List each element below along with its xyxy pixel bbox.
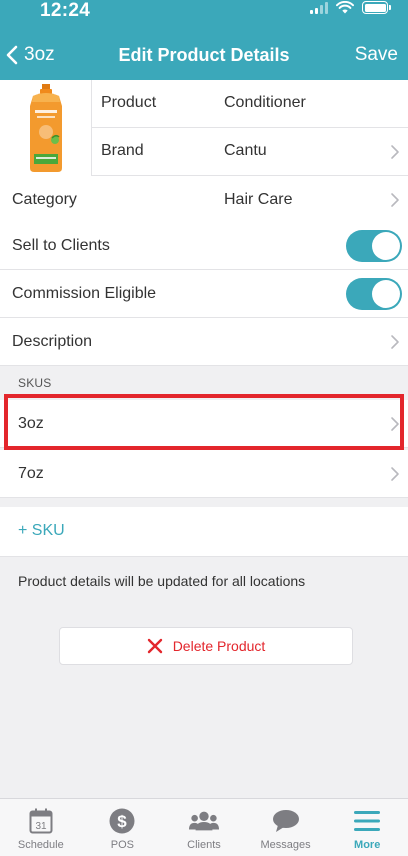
svg-text:31: 31 xyxy=(35,821,47,832)
dollar-icon: $ xyxy=(107,807,137,835)
skus-section-header: SKUS xyxy=(18,376,52,390)
page-title: Edit Product Details xyxy=(118,45,290,65)
description-label: Description xyxy=(12,332,93,350)
delete-product-button[interactable]: Delete Product xyxy=(59,627,353,665)
messages-icon xyxy=(271,807,301,835)
commission-eligible-label: Commission Eligible xyxy=(12,284,157,302)
locations-note: Product details will be updated for all … xyxy=(18,573,306,589)
category-value: Hair Care xyxy=(224,190,293,208)
top-bar: 12:24 3oz Edit Product Details Save xyxy=(0,0,408,80)
svg-text:$: $ xyxy=(118,812,128,831)
commission-eligible-toggle[interactable] xyxy=(346,278,402,310)
add-sku-button[interactable]: + SKU xyxy=(0,507,408,557)
menu-icon xyxy=(352,807,382,835)
battery-icon xyxy=(362,1,391,14)
sell-to-clients-label: Sell to Clients xyxy=(12,236,110,254)
tab-schedule[interactable]: 31 Schedule xyxy=(0,799,82,856)
conditioner-bottle-image xyxy=(30,84,62,172)
tab-messages[interactable]: Messages xyxy=(245,799,327,856)
back-chevron-icon xyxy=(6,45,18,65)
chevron-right-icon xyxy=(390,334,400,350)
tab-label: Clients xyxy=(187,839,221,851)
brand-label: Brand xyxy=(101,142,144,159)
sku-row-7oz[interactable]: 7oz xyxy=(0,450,408,498)
tab-more[interactable]: More xyxy=(326,799,408,856)
brand-value: Cantu xyxy=(224,142,267,159)
tab-pos[interactable]: $ POS xyxy=(82,799,164,856)
status-time: 12:24 xyxy=(40,0,91,21)
back-button[interactable]: 3oz xyxy=(6,40,55,70)
description-row[interactable]: Description xyxy=(0,318,408,366)
sku-label: 7oz xyxy=(18,465,44,482)
delete-product-label: Delete Product xyxy=(172,638,266,654)
commission-eligible-row: Commission Eligible xyxy=(0,270,408,318)
add-sku-label: + SKU xyxy=(18,522,65,539)
category-row[interactable]: Category Hair Care xyxy=(0,176,408,224)
tab-label: More xyxy=(354,839,381,851)
save-button[interactable]: Save xyxy=(355,40,398,70)
product-name-row[interactable]: Product Conditioner xyxy=(92,80,408,128)
chevron-right-icon xyxy=(390,466,400,482)
tab-label: Messages xyxy=(260,839,311,851)
category-label: Category xyxy=(12,190,77,208)
wifi-icon xyxy=(336,1,354,14)
clients-icon xyxy=(188,807,219,835)
status-icons xyxy=(310,1,391,14)
selection-highlight xyxy=(4,394,404,450)
product-label: Product xyxy=(101,94,157,111)
back-label: 3oz xyxy=(24,44,55,65)
tab-label: Schedule xyxy=(17,839,64,851)
tab-clients[interactable]: Clients xyxy=(163,799,245,856)
chevron-right-icon xyxy=(390,192,400,208)
signal-icon xyxy=(310,1,328,14)
tab-bar: 31 Schedule $ POS Clients Messages More xyxy=(0,798,408,856)
chevron-right-icon xyxy=(390,144,400,160)
product-value[interactable]: Conditioner xyxy=(224,94,306,112)
sell-to-clients-row: Sell to Clients xyxy=(0,222,408,270)
tab-label: POS xyxy=(110,839,134,851)
calendar-icon: 31 xyxy=(26,807,56,835)
brand-row[interactable]: Brand Cantu xyxy=(92,128,408,176)
product-image[interactable] xyxy=(0,80,92,176)
close-icon xyxy=(147,638,162,654)
sell-to-clients-toggle[interactable] xyxy=(346,230,402,262)
